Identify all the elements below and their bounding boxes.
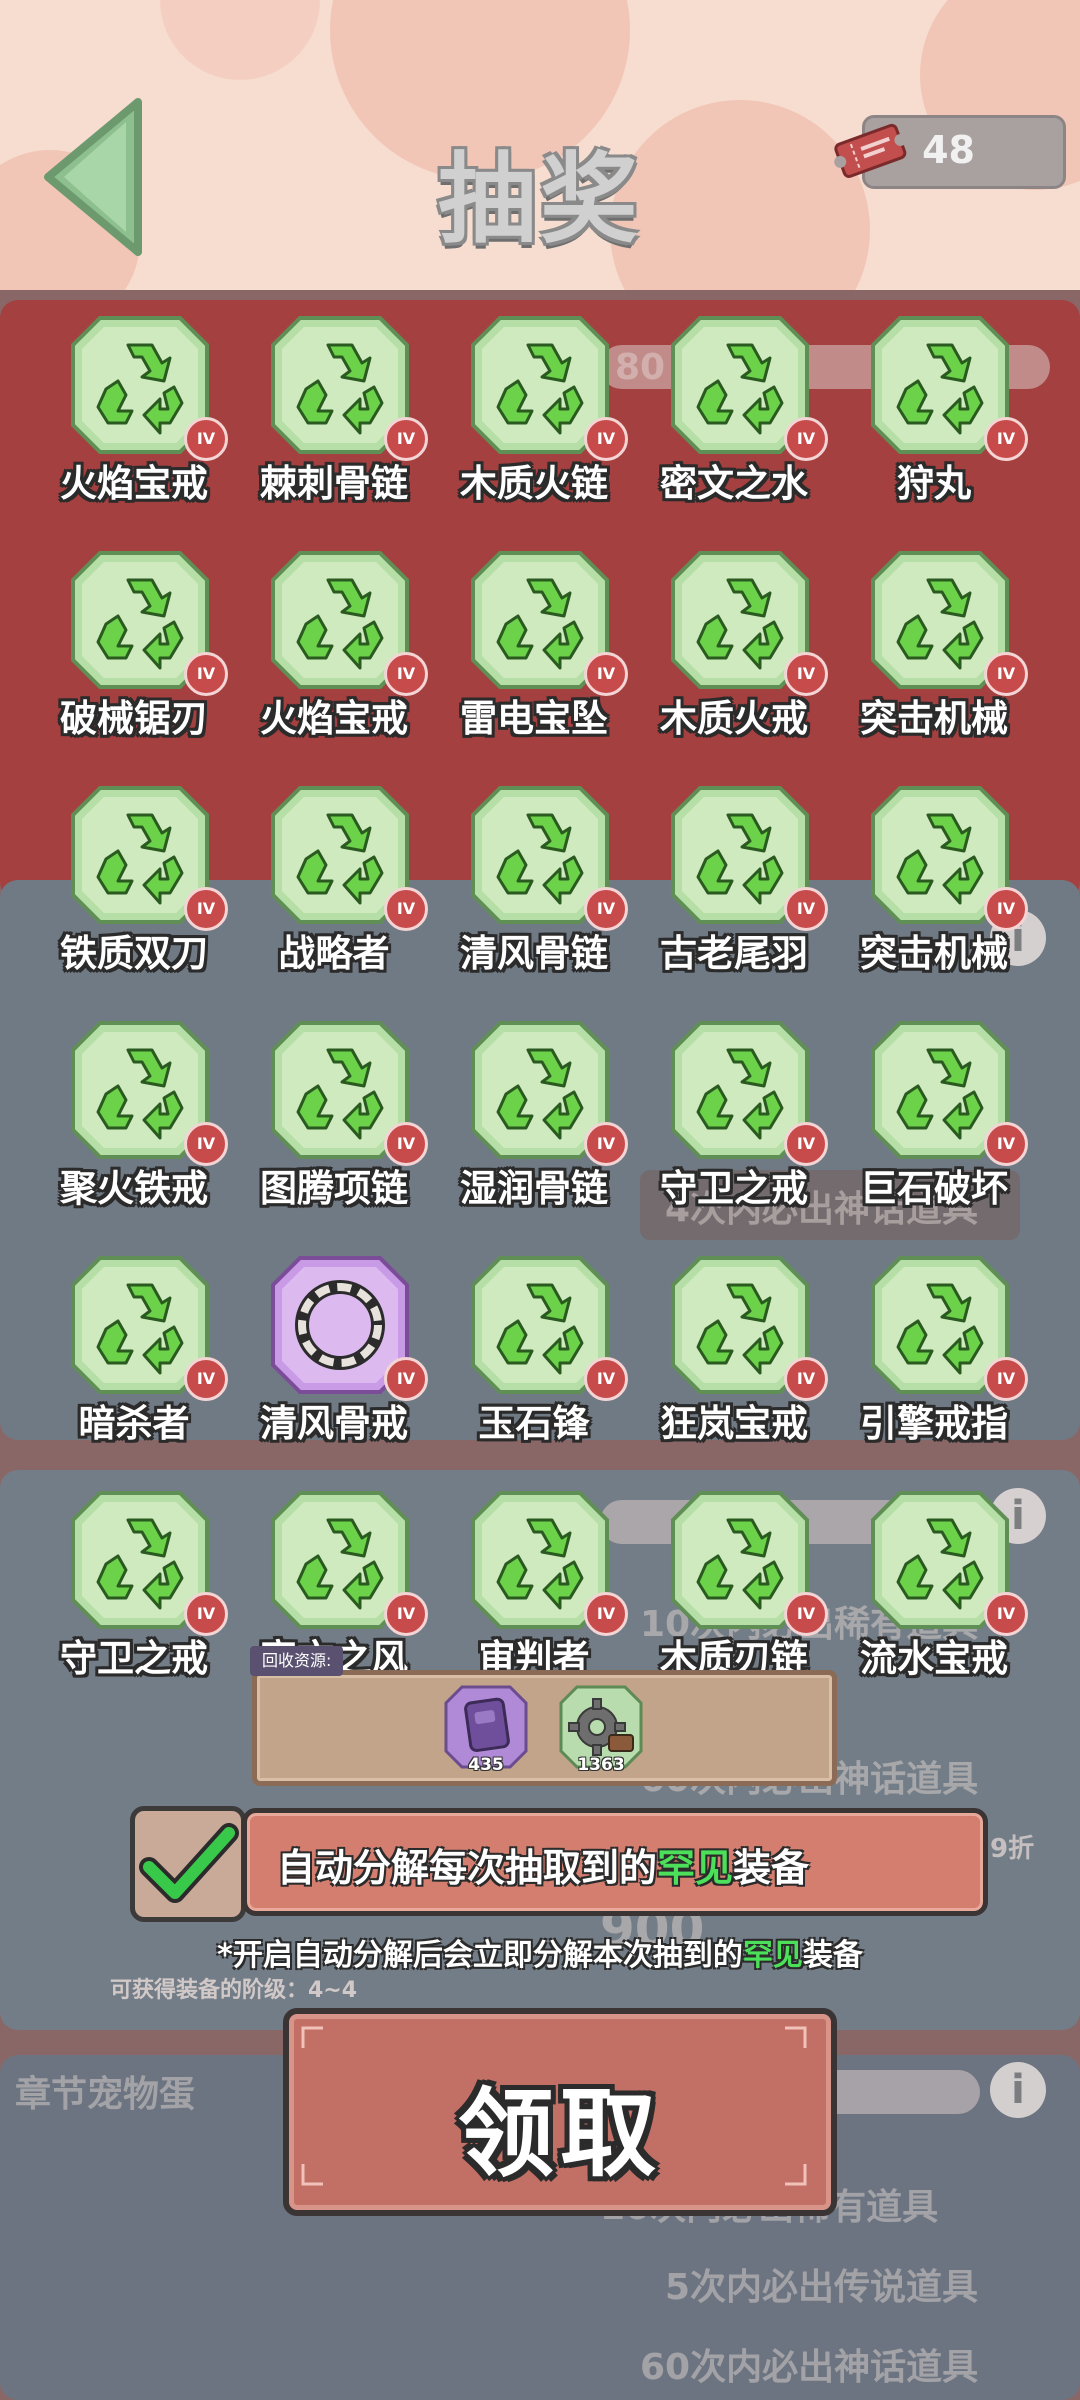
item-name: 雷电宝坠 (460, 697, 608, 740)
claim-label: 领取 (458, 2078, 662, 2190)
item-name: 火焰宝戒 (260, 697, 408, 740)
item-name: 聚火铁戒 (60, 1167, 208, 1210)
reward-item[interactable]: IV 木质火戒 (634, 550, 834, 766)
item-name: 守卫之戒 (60, 1637, 208, 1680)
auto-decompose-note: *开启自动分解后会立即分解本次抽到的罕见装备 (217, 1938, 863, 1973)
item-name: 暗杀者 (78, 1402, 190, 1445)
item-name: 棘刺骨链 (260, 462, 408, 505)
resource-purple-stone: 435 (442, 1683, 530, 1775)
reward-item[interactable]: IV 图腾项链 (234, 1020, 434, 1236)
discount-tag: 9折 (990, 1834, 1035, 1864)
reward-item[interactable]: IV 聚火铁戒 (34, 1020, 234, 1236)
reward-item[interactable]: IV 流水宝戒 (834, 1490, 1034, 1706)
reward-item[interactable]: IV 战略者 (234, 785, 434, 1001)
info-icon: i (990, 2062, 1046, 2118)
item-name: 破械锯刃 (60, 697, 208, 740)
reward-item[interactable]: IV 木质火链 (434, 315, 634, 531)
item-name: 狩丸 (897, 462, 971, 505)
reward-item[interactable]: IV 狩丸 (834, 315, 1034, 531)
item-name: 铁质双刀 (60, 932, 208, 975)
item-name: 木质火戒 (660, 697, 808, 740)
item-name: 湿润骨链 (460, 1167, 608, 1210)
reward-item[interactable]: IV 古老尾羽 (634, 785, 834, 1001)
background-row-text: 5次内必出传说道具 (665, 2267, 979, 2308)
item-name: 图腾项链 (260, 1167, 408, 1210)
reward-item[interactable]: IV 引擎戒指 (834, 1255, 1034, 1471)
reward-item[interactable]: IV 火焰宝戒 (34, 315, 234, 531)
item-name: 火焰宝戒 (60, 462, 208, 505)
stage-hint: 可获得装备的阶级：4~4 (110, 1978, 358, 2003)
recycle-resource-box: 435 1363 (252, 1670, 837, 1786)
item-name: 引擎戒指 (860, 1402, 1008, 1445)
item-name: 玉石锋 (478, 1402, 590, 1445)
item-name: 突击机械 (860, 932, 1008, 975)
item-name: 巨石破坏 (860, 1167, 1008, 1210)
item-name: 清风骨戒 (260, 1402, 408, 1445)
reward-item[interactable]: IV 雷电宝坠 (434, 550, 634, 766)
item-name: 古老尾羽 (660, 932, 808, 975)
reward-item[interactable]: IV 清风骨戒 (234, 1255, 434, 1471)
auto-decompose-bar[interactable]: 自动分解每次抽取到的罕见装备 (242, 1808, 988, 1916)
resource-gear: 1363 (557, 1683, 645, 1775)
item-name: 密文之水 (660, 462, 808, 505)
reward-item[interactable]: IV 湿润骨链 (434, 1020, 634, 1236)
reward-item[interactable]: IV 铁质双刀 (34, 785, 234, 1001)
item-name: 战略者 (278, 932, 390, 975)
reward-item[interactable]: IV 守卫之戒 (634, 1020, 834, 1236)
recycle-label: 回收资源: (250, 1646, 344, 1676)
claim-button[interactable]: 领取 (283, 2008, 837, 2216)
resource-count: 1363 (577, 1755, 625, 1775)
item-name: 清风骨链 (460, 932, 608, 975)
ticket-icon (834, 123, 907, 178)
ticket-count: 48 (922, 128, 975, 172)
reward-item[interactable]: IV 突击机械 (834, 550, 1034, 766)
reward-item[interactable]: IV 玉石锋 (434, 1255, 634, 1471)
reward-item[interactable]: IV 狂岚宝戒 (634, 1255, 834, 1471)
auto-decompose-text: 自动分解每次抽取到的罕见装备 (277, 1846, 810, 1890)
item-name: 流水宝戒 (860, 1637, 1008, 1680)
reward-item[interactable]: IV 火焰宝戒 (234, 550, 434, 766)
reward-item[interactable]: IV 密文之水 (634, 315, 834, 531)
reward-item[interactable]: IV 突击机械 (834, 785, 1034, 1001)
auto-decompose-checkbox[interactable] (130, 1806, 246, 1922)
pet-egg-title: 章节宠物蛋 (15, 2074, 196, 2115)
item-name: 狂岚宝戒 (660, 1402, 808, 1445)
background-row-text: 60次内必出神话道具 (640, 2347, 979, 2388)
item-name: 守卫之戒 (660, 1167, 808, 1210)
resource-count: 435 (468, 1755, 504, 1775)
item-name: 突击机械 (860, 697, 1008, 740)
reward-item[interactable]: IV 清风骨链 (434, 785, 634, 1001)
reward-item[interactable]: IV 守卫之戒 (34, 1490, 234, 1706)
reward-item[interactable]: IV 暗杀者 (34, 1255, 234, 1471)
checkmark-icon (139, 1823, 239, 1903)
reward-item[interactable]: IV 巨石破坏 (834, 1020, 1034, 1236)
item-name: 木质火链 (460, 462, 608, 505)
reward-item[interactable]: IV 破械锯刃 (34, 550, 234, 766)
reward-item[interactable]: IV 棘刺骨链 (234, 315, 434, 531)
